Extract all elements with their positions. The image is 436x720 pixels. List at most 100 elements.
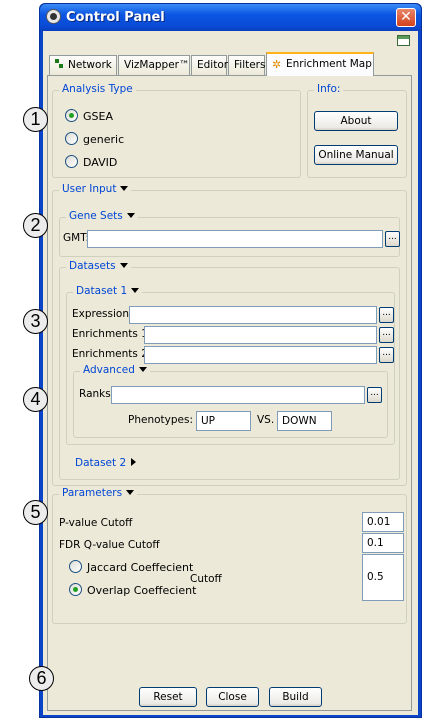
online-manual-button[interactable]: Online Manual (314, 145, 398, 165)
expand-down-icon (138, 367, 147, 372)
vs-label: VS. (257, 414, 275, 426)
analysis-type-group: Analysis Type GSEA generic DAVID (52, 83, 301, 178)
window-title: Control Panel (66, 10, 165, 25)
ranks-browse-button[interactable]: ... (367, 387, 382, 403)
expand-down-icon (120, 186, 129, 191)
gene-sets-toggle[interactable]: Gene Sets (66, 210, 138, 222)
enrichments-2-browse-button[interactable]: ... (379, 347, 394, 363)
radio-gsea[interactable]: GSEA (65, 109, 113, 125)
pvalue-label: P-value Cutoff (59, 517, 133, 529)
radio-jaccard[interactable]: Jaccard Coeffecient (69, 560, 193, 576)
expand-right-icon (131, 458, 137, 466)
radio-overlap[interactable]: Overlap Coeffecient (69, 583, 196, 599)
dataset-1-title: Dataset 1 (76, 285, 128, 297)
info-group: Info: About Online Manual (307, 83, 407, 178)
dataset-1-toggle[interactable]: Dataset 1 (73, 285, 143, 297)
radio-generic-label: generic (83, 133, 125, 146)
fdr-input[interactable]: 0.1 (362, 533, 404, 553)
callout-1: 1 (23, 107, 48, 132)
tab-enrichment-map[interactable]: ✲ Enrichment Map (266, 52, 374, 76)
radio-overlap-label: Overlap Coeffecient (87, 584, 197, 597)
callout-6: 6 (29, 666, 54, 691)
radio-generic-button[interactable] (65, 132, 78, 145)
expand-down-icon (126, 490, 135, 495)
enrichments-2-input[interactable] (144, 346, 377, 364)
tab-enrichment-map-label: Enrichment Map (286, 58, 372, 70)
reset-button[interactable]: Reset (139, 687, 197, 707)
close-button[interactable]: Close (206, 687, 259, 707)
expression-browse-button[interactable]: ... (379, 307, 394, 323)
datasets-toggle[interactable]: Datasets (66, 260, 131, 272)
about-button[interactable]: About (314, 111, 398, 131)
network-icon (55, 59, 64, 69)
tab-strip: Network VizMapper™ Editor Filters ✲ Enric… (47, 52, 417, 76)
tab-network-label: Network (68, 59, 112, 71)
tab-editor-label: Editor (197, 59, 229, 71)
gmt-label: GMT: (63, 232, 89, 244)
expand-down-icon (119, 263, 128, 268)
build-button[interactable]: Build (269, 687, 322, 707)
phenotype-1-input[interactable]: UP (196, 411, 251, 431)
advanced-group: Advanced Ranks: ... Phenotypes: UP VS. D… (73, 364, 388, 438)
expression-input[interactable] (129, 306, 377, 324)
parameters-toggle[interactable]: Parameters (59, 487, 138, 499)
enrichments-1-input[interactable] (144, 326, 377, 344)
radio-gsea-button[interactable] (65, 109, 78, 122)
enrichment-map-icon: ✲ (272, 58, 282, 71)
dataset-2-title: Dataset 2 (75, 457, 127, 469)
tab-network[interactable]: Network (49, 55, 117, 75)
phenotype-2-input[interactable]: DOWN (277, 411, 332, 431)
enrichments-1-browse-button[interactable]: ... (379, 327, 394, 343)
advanced-title: Advanced (83, 364, 135, 376)
dataset-1-group: Dataset 1 Expression: ... Enrichments 1:… (66, 285, 395, 445)
tab-vizmapper-label: VizMapper™ (124, 59, 190, 71)
enrichments-1-label: Enrichments 1: (72, 328, 152, 340)
gene-sets-title: Gene Sets (69, 210, 123, 222)
user-input-group: User Input Gene Sets GMT: ... Datasets D… (52, 183, 407, 486)
datasets-title: Datasets (69, 260, 116, 272)
control-panel-window: Control Panel ✕ Network VizMapper™ Edito… (39, 3, 422, 718)
callout-4: 4 (23, 387, 48, 412)
user-input-title: User Input (62, 183, 117, 195)
radio-jaccard-label: Jaccard Coeffecient (87, 561, 194, 574)
parameters-group: Parameters P-value Cutoff 0.01 FDR Q-val… (52, 487, 407, 624)
callout-2: 2 (23, 213, 48, 238)
tab-filters[interactable]: Filters (228, 55, 265, 75)
user-input-toggle[interactable]: User Input (59, 183, 132, 195)
float-panel-icon[interactable] (397, 35, 410, 46)
radio-overlap-button[interactable] (69, 583, 82, 596)
radio-generic[interactable]: generic (65, 132, 124, 148)
fdr-label: FDR Q-value Cutoff (59, 539, 160, 551)
radio-david[interactable]: DAVID (65, 155, 117, 171)
radio-david-label: DAVID (83, 156, 118, 169)
callout-5: 5 (23, 500, 48, 525)
enrichment-map-panel: Analysis Type GSEA generic DAVID Info: A… (47, 75, 412, 711)
ranks-input[interactable] (111, 386, 365, 404)
expand-down-icon (126, 213, 135, 218)
tab-filters-label: Filters (234, 59, 266, 71)
enrichments-2-label: Enrichments 2: (72, 348, 152, 360)
gmt-browse-button[interactable]: ... (385, 231, 400, 247)
radio-david-button[interactable] (65, 155, 78, 168)
phenotypes-label: Phenotypes: (128, 414, 193, 426)
gene-sets-group: Gene Sets GMT: ... (59, 210, 400, 257)
advanced-toggle[interactable]: Advanced (80, 364, 150, 376)
dataset-2-toggle[interactable]: Dataset 2 (75, 457, 137, 469)
ranks-label: Ranks: (79, 388, 115, 400)
info-title: Info: (314, 83, 344, 95)
analysis-type-title: Analysis Type (59, 83, 136, 95)
cytoscape-icon (46, 9, 61, 24)
cutoff-label: Cutoff (190, 573, 222, 585)
panel-client: Network VizMapper™ Editor Filters ✲ Enric… (43, 31, 418, 715)
radio-jaccard-button[interactable] (69, 560, 82, 573)
expression-label: Expression: (72, 308, 133, 320)
gmt-input[interactable] (87, 230, 383, 248)
tab-editor[interactable]: Editor (191, 55, 229, 75)
pvalue-input[interactable]: 0.01 (362, 512, 404, 532)
close-window-button[interactable]: ✕ (396, 8, 416, 27)
cutoff-input[interactable]: 0.5 (362, 554, 404, 601)
expand-down-icon (131, 288, 140, 293)
title-bar[interactable]: Control Panel ✕ (40, 4, 421, 31)
parameters-title: Parameters (62, 487, 123, 499)
tab-vizmapper[interactable]: VizMapper™ (118, 55, 190, 75)
